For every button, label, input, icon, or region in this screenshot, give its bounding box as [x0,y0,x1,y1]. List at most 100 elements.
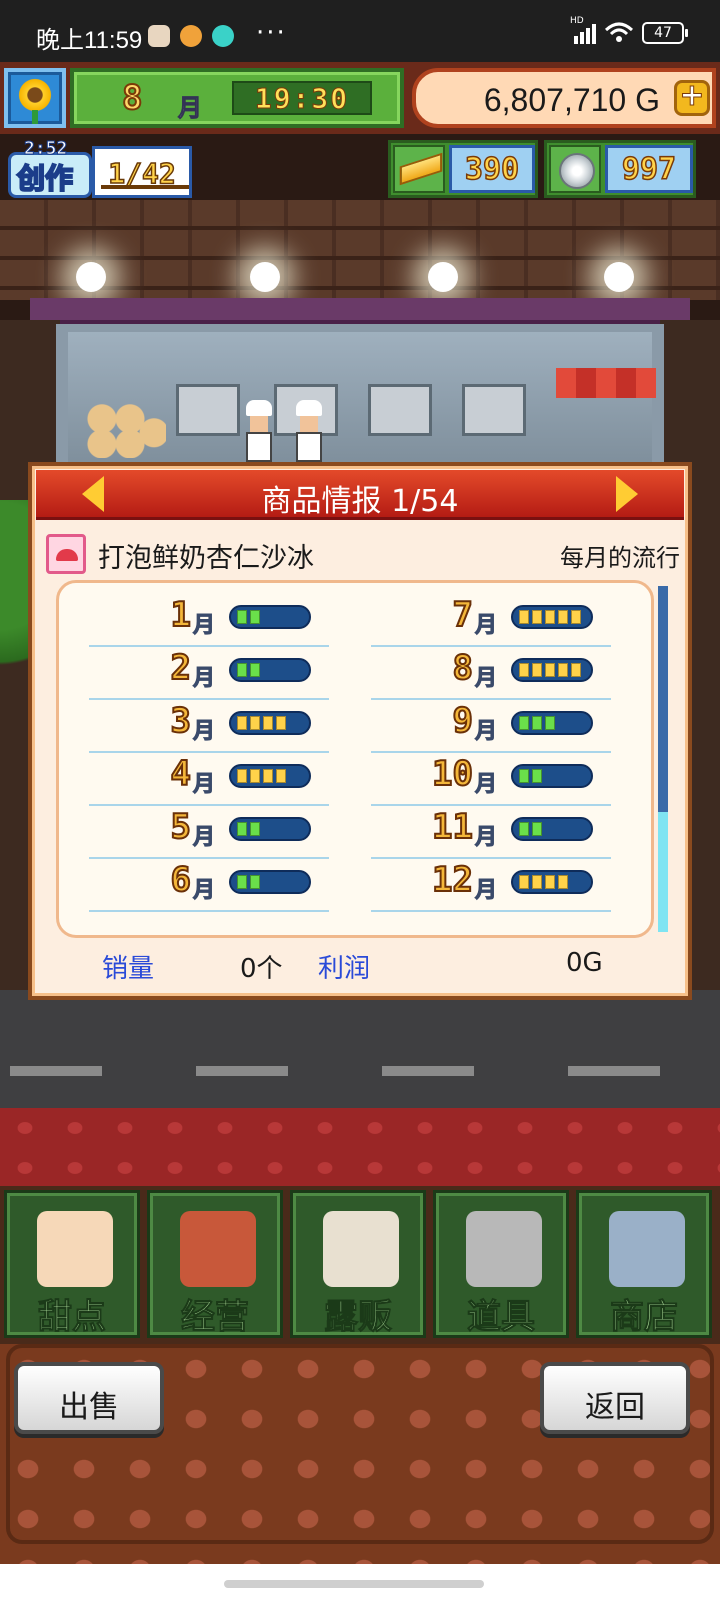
scrollbar[interactable] [658,586,668,932]
popularity-segment [263,716,273,730]
popularity-segment [571,663,581,677]
popularity-segment [545,716,555,730]
money-amount: 6,807,710 G [483,82,660,118]
popularity-segment [237,610,247,624]
popularity-segment [558,663,568,677]
home-indicator[interactable] [224,1580,484,1588]
profit-value: 0G [566,948,603,978]
month-number: 1 [169,594,192,636]
creation-progress [101,185,189,189]
medal-icon-box [549,145,601,193]
more-notifications-icon: ··· [256,18,287,48]
sales-label: 销量 [102,954,155,984]
sell-button[interactable]: 出售 [14,1362,164,1434]
nav-button-3[interactable]: 露贩 [290,1190,426,1338]
nav-button-2[interactable]: 经营 [147,1190,283,1338]
chef-character[interactable] [294,400,324,464]
popularity-segment [519,716,529,730]
popularity-segment [519,610,529,624]
add-money-button[interactable]: + [674,80,710,116]
dialog-header: 商品情报 1/54 [36,470,684,520]
date-time-panel: 8 月 19:30 [70,68,404,128]
popularity-bar [229,764,311,788]
popularity-segment [237,822,247,836]
sell-button-label: 出售 [59,1390,119,1425]
popularity-segment [250,822,260,836]
popularity-segment [532,769,542,783]
gold-bar-icon-box [393,145,445,193]
popularity-segment [250,663,260,677]
cell-signal-icon: HD [570,16,596,44]
sales-stats: 销量 0个 利润 0G [36,938,684,992]
medal-count: 997 [621,151,677,188]
popularity-segment [545,875,555,889]
creation-label: 创作 [16,161,74,196]
chef-character[interactable] [244,400,274,464]
popularity-segment [545,610,555,624]
oven [368,384,432,436]
status-indicators: HD 47 [570,16,688,44]
nav-button-label: 露贩 [324,1297,393,1338]
nav-button-label: 甜点 [38,1297,107,1338]
popularity-bar [511,711,593,735]
medal-resource[interactable]: 997 [544,140,696,198]
notification-app-icon [148,25,170,47]
row-divider [89,910,329,912]
nav-button-label: 商店 [610,1297,679,1338]
month-trend-row: 3月 [89,699,329,753]
scrollbar-thumb[interactable] [658,812,668,932]
player-avatar[interactable] [4,68,66,128]
month-suffix: 月 [192,719,216,745]
sunflower-icon [18,78,52,112]
month-suffix: 月 [192,772,216,798]
gold-bar-resource[interactable]: 390 [388,140,538,198]
popularity-segment [532,716,542,730]
gold-bar-value-box: 390 [449,145,535,193]
popularity-segment [545,663,555,677]
status-bar: 晚上11:59 ··· HD 47 [0,0,720,70]
dialog-title: 商品情报 1/54 [261,484,459,519]
game-clock: 19:30 [232,81,372,116]
popularity-segment [532,822,542,836]
month-number: 11 [431,806,474,848]
popularity-segment [519,663,529,677]
back-button[interactable]: 返回 [540,1362,690,1434]
lane-marking [568,1066,660,1076]
popularity-segment [532,610,542,624]
wifi-icon [604,22,634,42]
shop-interior [56,324,664,474]
month-suffix: 月 [474,878,498,904]
profit-label: 利润 [318,954,371,984]
month-trend-row: 1月 [89,593,329,647]
month-trend-row: 4月 [89,752,329,806]
back-button-label: 返回 [585,1390,645,1425]
nav-button-1[interactable]: 甜点 [4,1190,140,1338]
row-divider [371,910,611,912]
street [0,990,720,1110]
popularity-bar [511,764,593,788]
nav-button-5[interactable]: 商店 [576,1190,712,1338]
popularity-segment [558,610,568,624]
popularity-bar [511,658,593,682]
month-suffix: 月 [192,878,216,904]
nav-button-4[interactable]: 道具 [433,1190,569,1338]
month-suffix: 月 [192,666,216,692]
popularity-segment [237,663,247,677]
next-arrow-icon[interactable] [616,476,638,512]
creation-panel[interactable]: 创作 1/42 2:52 [6,138,192,200]
popularity-segment [250,716,260,730]
month-number: 5 [169,806,192,848]
popularity-segment [519,822,529,836]
ceiling-light [604,262,634,292]
gear-bag-icon [466,1211,542,1287]
popularity-segment [250,610,260,624]
month-suffix: 月 [178,94,203,123]
medal-value-box: 997 [605,145,693,193]
month-number: 8 [451,647,474,689]
product-name: 打泡鲜奶杏仁沙冰 [98,543,314,574]
popularity-segment [237,875,247,889]
month-trend-row: 5月 [89,805,329,859]
popularity-bar [511,605,593,629]
popularity-bar [229,711,311,735]
shop-awning [30,298,690,324]
